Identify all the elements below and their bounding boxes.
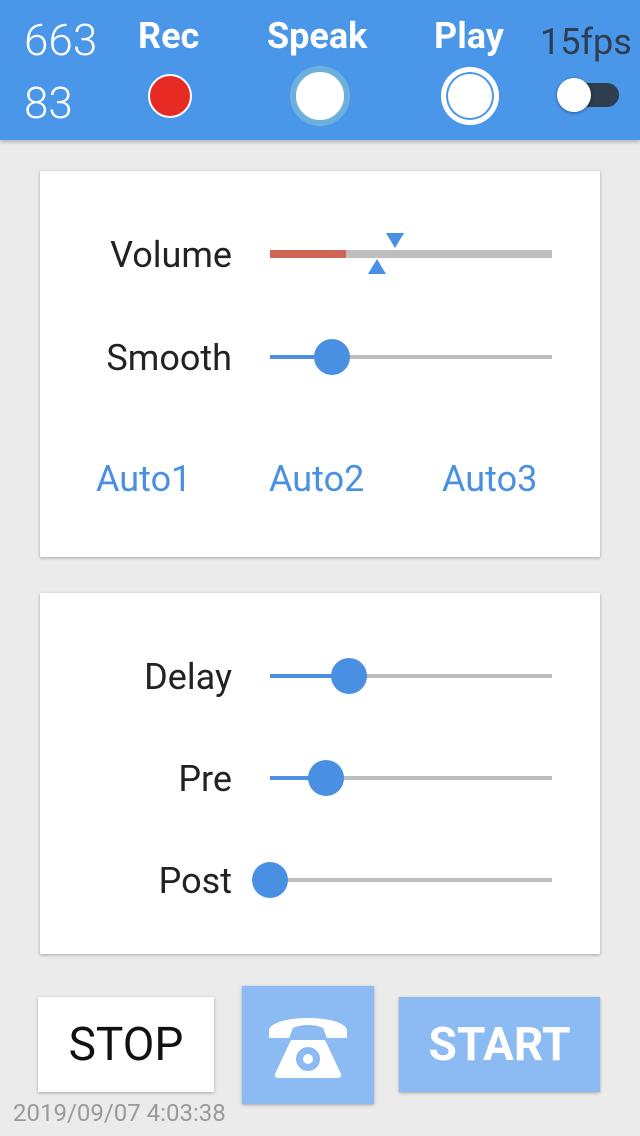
- auto2-button[interactable]: Auto2: [269, 461, 364, 497]
- volume-label: Volume: [110, 234, 232, 276]
- speak-label: Speak: [267, 15, 368, 57]
- auto3-button[interactable]: Auto3: [442, 461, 537, 497]
- smooth-label: Smooth: [106, 337, 232, 379]
- fps-toggle-knob[interactable]: [557, 78, 591, 112]
- post-slider-thumb[interactable]: [252, 862, 288, 898]
- play-label: Play: [434, 15, 504, 57]
- pre-slider-thumb[interactable]: [308, 760, 345, 796]
- pre-slider[interactable]: [270, 760, 552, 796]
- speak-indicator[interactable]: [290, 66, 350, 126]
- phone-button[interactable]: [242, 986, 374, 1104]
- timing-settings-card: Delay Pre Post: [40, 593, 600, 954]
- volume-level-bar: [270, 250, 347, 258]
- delay-slider[interactable]: [270, 658, 552, 694]
- counter-bottom: 83: [24, 77, 73, 129]
- rec-label: Rec: [138, 15, 200, 57]
- top-bar: 663 83 Rec Speak Play 15fps: [0, 0, 640, 140]
- timestamp: 2019/09/07 4:03:38: [13, 1099, 226, 1127]
- volume-marker-down-icon[interactable]: [385, 233, 404, 248]
- volume-marker-up-icon[interactable]: [367, 259, 386, 274]
- stop-button[interactable]: STOP: [38, 997, 214, 1092]
- post-label: Post: [158, 860, 232, 902]
- play-indicator[interactable]: [441, 67, 499, 125]
- start-button[interactable]: START: [399, 997, 600, 1092]
- fps-label: 15fps: [540, 21, 632, 63]
- volume-meter[interactable]: [270, 233, 552, 274]
- auto1-button[interactable]: Auto1: [96, 461, 191, 497]
- phone-icon: [269, 1018, 347, 1078]
- smooth-slider[interactable]: [270, 339, 552, 375]
- post-slider[interactable]: [252, 862, 552, 898]
- pre-label: Pre: [178, 758, 232, 800]
- delay-slider-thumb[interactable]: [330, 658, 367, 694]
- smooth-slider-thumb[interactable]: [314, 339, 351, 375]
- rec-indicator[interactable]: [148, 74, 192, 118]
- delay-label: Delay: [144, 656, 232, 698]
- audio-settings-card: Volume Smooth Auto1 Auto2 Auto3: [40, 171, 600, 557]
- counter-top: 663: [24, 14, 98, 66]
